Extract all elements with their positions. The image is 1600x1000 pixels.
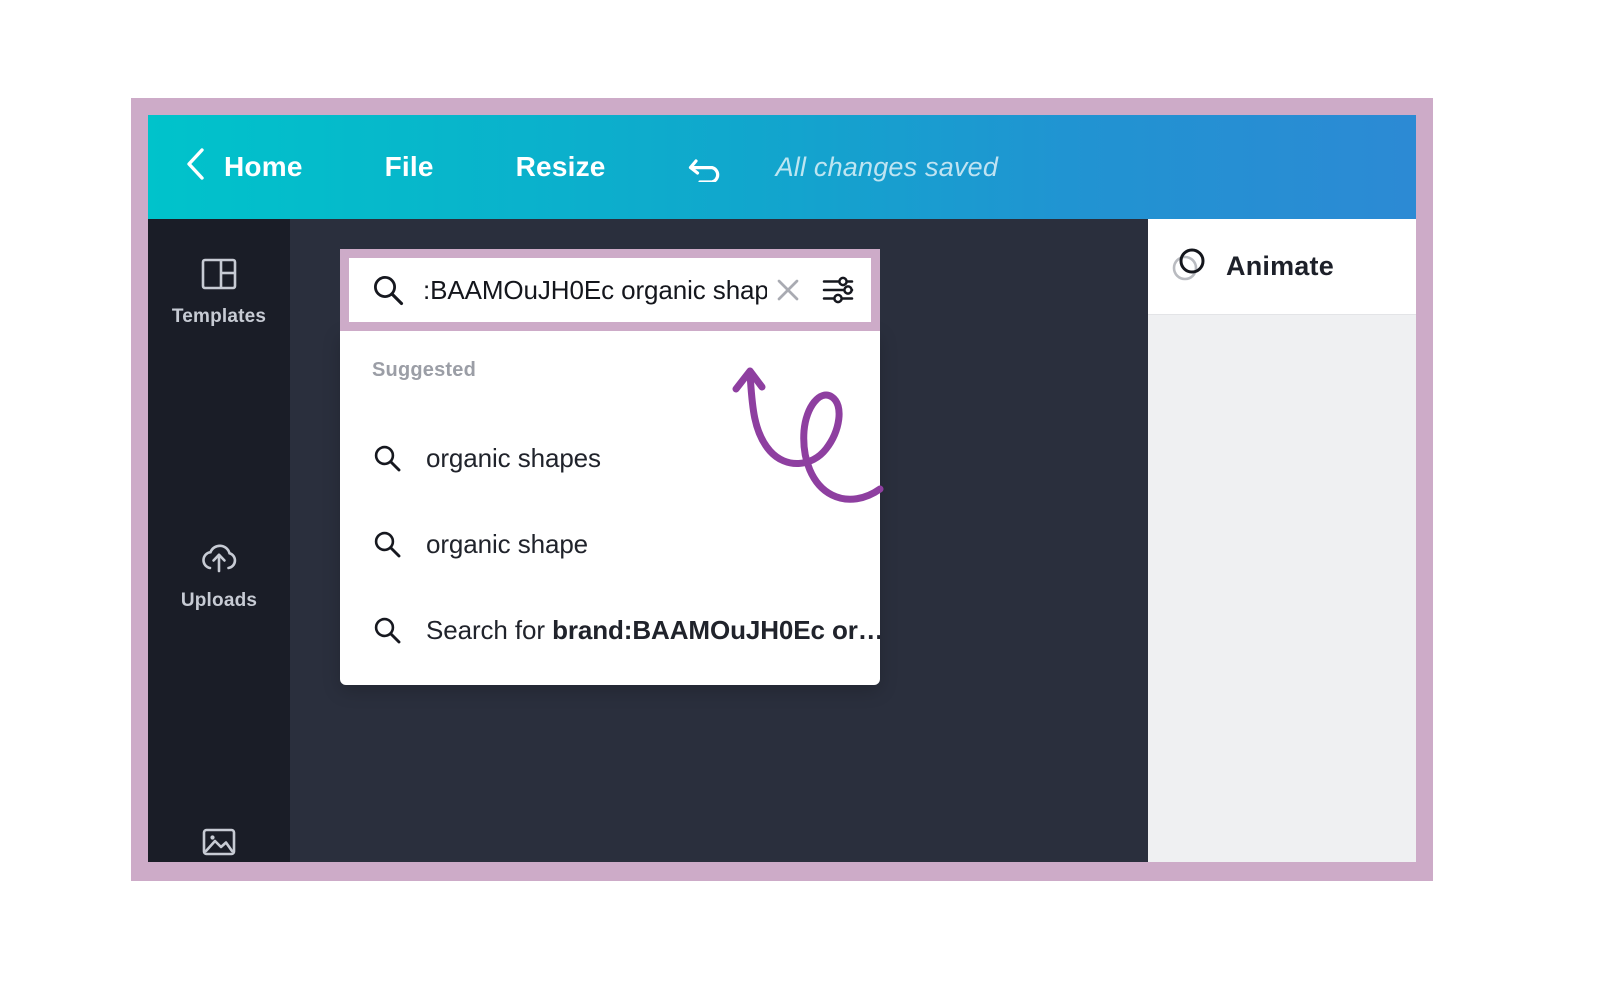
search-bar[interactable]: :BAAMOuJH0Ec organic shape [349,258,871,322]
sidebar-item-uploads[interactable]: Uploads [148,503,290,645]
animate-button[interactable]: Animate [1148,219,1416,315]
sidebar-item-label: Templates [171,306,267,327]
left-sidebar: Templates Uploads [148,219,290,862]
right-panel: Animate [1148,219,1416,862]
search-highlight-frame: :BAAMOuJH0Ec organic shape [340,249,880,331]
suggestion-label: organic shape [426,528,589,559]
chevron-left-icon [182,146,208,189]
file-menu-button[interactable]: File [385,115,434,219]
app-window: Home File Resize All changes saved Templ… [148,115,1416,862]
suggestion-item-1[interactable]: organic shape [340,513,880,575]
search-magnifier-icon [372,443,402,473]
suggestion-item-0[interactable]: organic shapes [340,427,880,489]
animate-label: Animate [1226,251,1334,281]
sidebar-item-photos[interactable]: Photos [148,787,290,862]
suggestion-query: brand:BAAMOuJH0Ec or… [552,614,880,645]
animate-circles-icon [1170,244,1210,289]
back-button[interactable] [182,115,208,219]
search-magnifier-icon [372,615,402,645]
undo-arrow-icon [686,148,728,187]
resize-button[interactable]: Resize [516,115,606,219]
suggestion-item-2[interactable]: Search for brand:BAAMOuJH0Ec or… [340,599,880,661]
search-suggestions-dropdown: Suggested organic shapes organic shape S… [340,331,880,685]
suggestion-prefix: Search for [426,614,553,645]
image-icon [199,820,239,862]
undo-button[interactable] [686,148,728,187]
tune-sliders-icon[interactable] [821,273,855,307]
home-label: Home [224,151,303,182]
cloud-upload-icon [198,536,240,580]
search-input-value: :BAAMOuJH0Ec organic shape [423,274,767,305]
resize-label: Resize [515,151,606,182]
sidebar-item-templates[interactable]: Templates [148,219,290,361]
sidebar-item-label: Uploads [180,590,258,611]
suggestion-label: Search for brand:BAAMOuJH0Ec or… [426,615,880,646]
top-toolbar: Home File Resize All changes saved [148,115,1416,219]
search-magnifier-icon [372,529,402,559]
search-magnifier-icon [371,273,405,307]
annotation-frame: Home File Resize All changes saved Templ… [131,98,1433,881]
suggestion-label: organic shapes [426,442,601,473]
suggested-heading: Suggested [372,359,477,381]
file-label: File [384,151,434,182]
home-button[interactable]: Home [224,115,303,219]
templates-grid-icon [199,252,239,296]
close-x-icon[interactable] [773,275,803,305]
search-input[interactable]: :BAAMOuJH0Ec organic shape [423,275,767,306]
save-status-text: All changes saved [775,151,999,182]
